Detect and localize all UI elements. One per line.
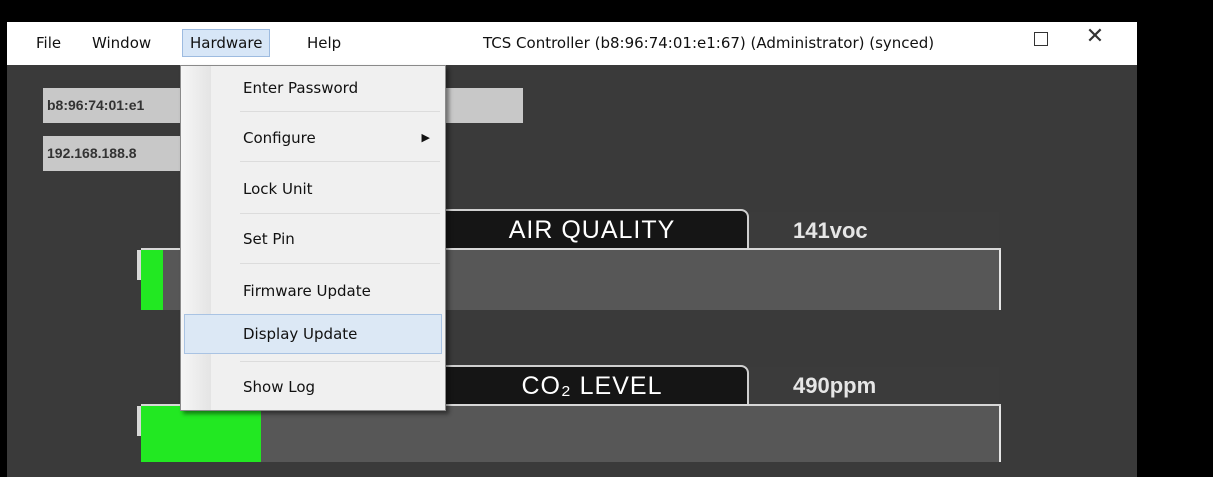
menu-item-label: Configure <box>243 129 316 147</box>
air-quality-label: AIR QUALITY <box>508 216 676 244</box>
restore-window-icon[interactable] <box>1030 28 1052 50</box>
close-icon[interactable]: ✕ <box>1082 24 1108 50</box>
co2-level-bar <box>141 404 1001 462</box>
air-quality-reading: 141voc <box>749 212 999 250</box>
menu-item-show-log[interactable]: Show Log <box>184 367 442 407</box>
menu-item-enter-password[interactable]: Enter Password <box>184 68 442 108</box>
menu-bar: File Window Hardware Help TCS Controller… <box>7 22 1137 65</box>
air-quality-tab: AIR QUALITY <box>437 209 749 250</box>
menu-item-display-update[interactable]: Display Update <box>184 314 442 354</box>
menu-item-label: Firmware Update <box>243 282 371 300</box>
menu-separator <box>240 361 440 362</box>
app-window: b8:96:74:01:e1 192.168.188.8 AIR QUALITY… <box>7 22 1137 477</box>
menu-item-firmware-update[interactable]: Firmware Update <box>184 271 442 311</box>
menu-help[interactable]: Help <box>300 29 348 57</box>
menu-separator <box>240 213 440 214</box>
menu-item-configure[interactable]: Configure ▶ <box>184 118 442 158</box>
mac-address-value: b8:96:74:01:e1 <box>47 97 145 113</box>
window-title: TCS Controller (b8:96:74:01:e1:67) (Admi… <box>483 34 935 52</box>
menu-item-set-pin[interactable]: Set Pin <box>184 219 442 259</box>
ip-address-value: 192.168.188.8 <box>47 145 137 161</box>
co2-level-reading: 490ppm <box>749 367 999 405</box>
menu-separator <box>240 111 440 112</box>
chevron-right-icon: ▶ <box>421 131 430 144</box>
hardware-menu-dropdown: Enter Password Configure ▶ Lock Unit Set… <box>180 65 446 411</box>
ip-address-field: 192.168.188.8 <box>43 136 203 171</box>
menu-file[interactable]: File <box>29 29 68 57</box>
menu-item-label: Show Log <box>243 378 316 396</box>
menu-item-label: Display Update <box>243 325 358 343</box>
menu-separator <box>240 263 440 264</box>
menu-separator <box>240 161 440 162</box>
menu-item-lock-unit[interactable]: Lock Unit <box>184 169 442 209</box>
menu-hardware[interactable]: Hardware <box>182 29 271 57</box>
co2-level-bar-fill <box>141 406 262 462</box>
air-quality-value: 141voc <box>793 218 868 243</box>
menu-item-label: Enter Password <box>243 79 359 97</box>
co2-level-tab: CO₂ LEVEL <box>437 365 749 406</box>
air-quality-bar-fill <box>141 250 163 310</box>
co2-level-label: CO₂ LEVEL <box>521 372 663 400</box>
menu-item-label: Lock Unit <box>243 180 313 198</box>
co2-level-value: 490ppm <box>793 373 877 398</box>
menu-window[interactable]: Window <box>85 29 158 57</box>
menu-item-label: Set Pin <box>243 230 295 248</box>
